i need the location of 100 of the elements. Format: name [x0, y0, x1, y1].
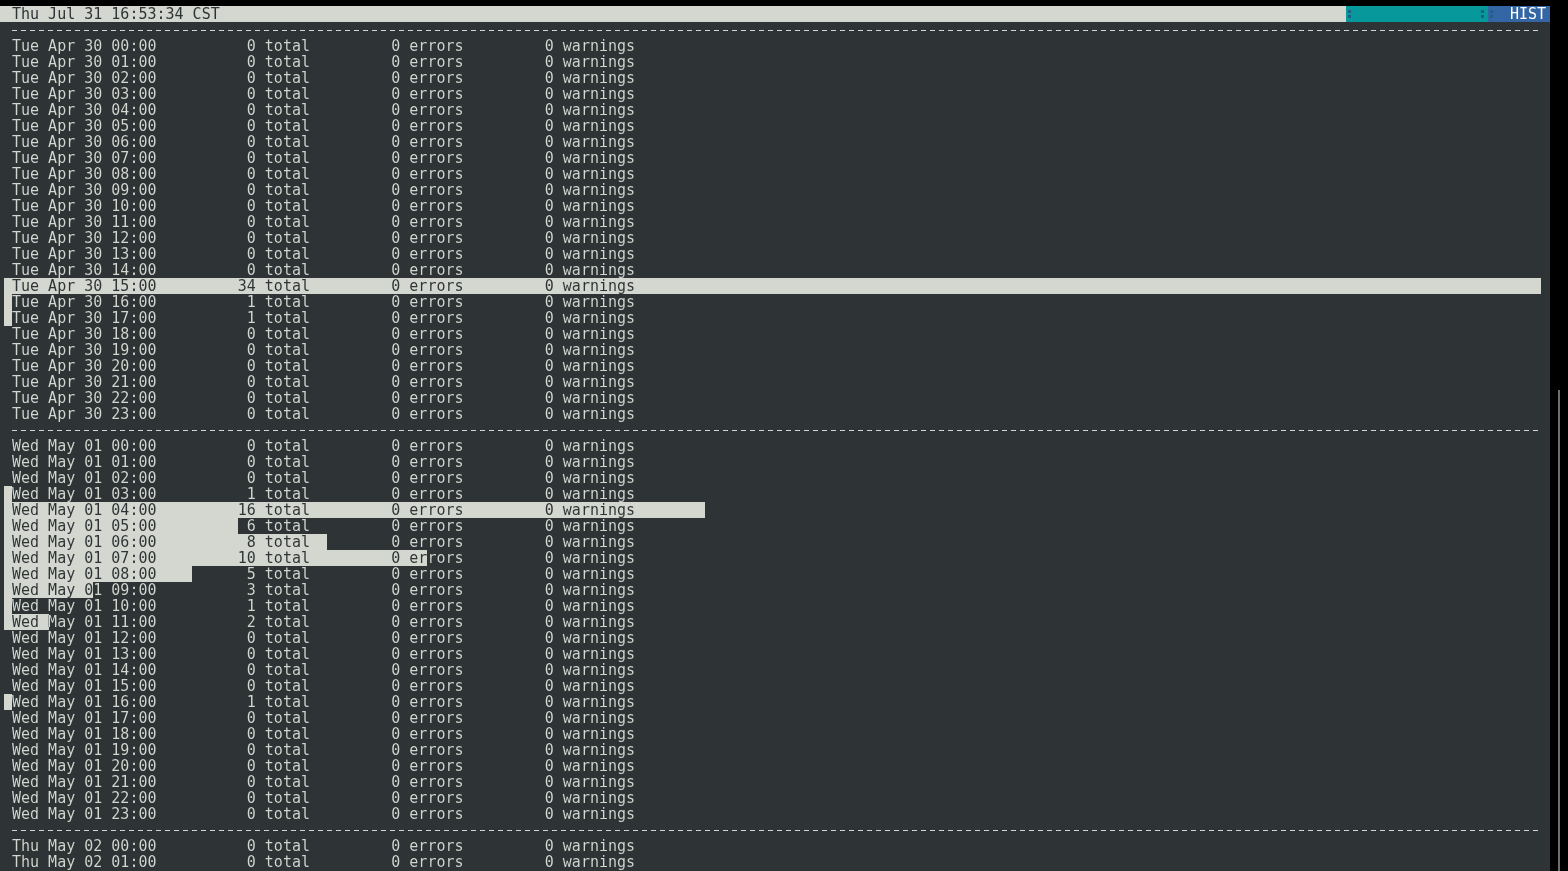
- time-label: Tue Apr 30 18:00: [12, 326, 157, 342]
- total-count: 1 total: [245, 310, 310, 326]
- total-count: 0 total: [245, 806, 310, 822]
- warning-count: 0 warnings: [543, 806, 636, 822]
- warning-count: 0 warnings: [543, 582, 636, 598]
- total-count: 0 total: [245, 374, 310, 390]
- error-count: 0 errors: [390, 694, 464, 710]
- total-count: 5 total: [245, 566, 310, 582]
- time-label: Wed May 01 23:00: [12, 806, 157, 822]
- total-count: 8 total: [245, 534, 310, 550]
- warning-count: 0 warnings: [543, 102, 636, 118]
- error-count: 0 errors: [390, 166, 464, 182]
- total-count: 0 total: [245, 182, 310, 198]
- time-label: Wed May 01 03:00: [12, 486, 157, 502]
- time-label: Tue Apr 30 22:00: [12, 390, 157, 406]
- time-label: Tue Apr 30 09:00: [12, 182, 157, 198]
- total-count: 0 total: [245, 54, 310, 70]
- total-count: 0 total: [245, 710, 310, 726]
- warning-count: 0 warnings: [543, 342, 636, 358]
- warning-count: 0 warnings: [543, 758, 636, 774]
- warning-count: 0 warnings: [543, 694, 636, 710]
- time-label: Wed May 01 21:00: [12, 774, 157, 790]
- clock-text: Thu Jul 31 16:53:34 CST: [11, 6, 221, 22]
- time-label: Tue Apr 30 23:00: [12, 406, 157, 422]
- warning-count: 0 warnings: [543, 198, 636, 214]
- total-count: 0 total: [245, 214, 310, 230]
- warning-count: 0 warnings: [543, 470, 636, 486]
- error-count: 0 errors: [390, 518, 464, 534]
- error-count: 0 errors: [390, 278, 464, 294]
- separator-icon: [1348, 10, 1351, 18]
- total-count: 0 total: [245, 70, 310, 86]
- error-count: 0 errors: [390, 534, 464, 550]
- total-count: 0 total: [245, 790, 310, 806]
- separator-icon: [1481, 10, 1484, 18]
- error-count: 0 errors: [390, 582, 464, 598]
- time-label: Wed May 01 16:00: [12, 694, 157, 710]
- time-label: Wed May 01 07:00: [12, 550, 157, 566]
- total-count: 0 total: [245, 86, 310, 102]
- time-label: Tue Apr 30 02:00: [12, 70, 157, 86]
- warning-count: 0 warnings: [543, 774, 636, 790]
- error-count: 0 errors: [390, 854, 464, 870]
- total-count: 1 total: [245, 294, 310, 310]
- warning-count: 0 warnings: [543, 502, 636, 518]
- error-count: 0 errors: [390, 630, 464, 646]
- error-count: 0 errors: [390, 70, 464, 86]
- time-label: Wed May 01 14:00: [12, 662, 157, 678]
- warning-count: 0 warnings: [543, 438, 636, 454]
- total-count: 16 total: [236, 502, 310, 518]
- error-count: 0 errors: [390, 438, 464, 454]
- warning-count: 0 warnings: [543, 838, 636, 854]
- warning-count: 0 warnings: [543, 310, 636, 326]
- total-count: 0 total: [245, 630, 310, 646]
- time-label: Wed May 01 17:00: [12, 710, 157, 726]
- warning-count: 0 warnings: [543, 246, 636, 262]
- warning-count: 0 warnings: [543, 70, 636, 86]
- total-count: 0 total: [245, 742, 310, 758]
- warning-count: 0 warnings: [543, 726, 636, 742]
- total-count: 10 total: [236, 550, 310, 566]
- total-count: 0 total: [245, 646, 310, 662]
- total-count: 0 total: [245, 262, 310, 278]
- warning-count: 0 warnings: [543, 710, 636, 726]
- error-count: 0 errors: [390, 406, 464, 422]
- error-count: 0 errors: [390, 38, 464, 54]
- warning-count: 0 warnings: [543, 54, 636, 70]
- total-count: 0 total: [245, 758, 310, 774]
- time-label: Tue Apr 30 13:00: [12, 246, 157, 262]
- error-count: 0 errors: [390, 86, 464, 102]
- error-count: 0 errors: [390, 358, 464, 374]
- time-label: Tue Apr 30 06:00: [12, 134, 157, 150]
- total-count: 0 total: [245, 678, 310, 694]
- error-count: 0 errors: [390, 198, 464, 214]
- warning-count: 0 warnings: [543, 326, 636, 342]
- scrollbar-thumb[interactable]: [1558, 390, 1560, 871]
- error-count: 0 errors: [390, 294, 464, 310]
- error-count: 0 errors: [390, 470, 464, 486]
- total-count: 6 total: [245, 518, 310, 534]
- total-count: 1 total: [245, 598, 310, 614]
- warning-count: 0 warnings: [543, 150, 636, 166]
- time-label: Tue Apr 30 03:00: [12, 86, 157, 102]
- time-label: Wed May 01 08:00: [12, 566, 157, 582]
- total-count: 0 total: [245, 358, 310, 374]
- total-count: 0 total: [245, 470, 310, 486]
- time-label: Wed May 01 19:00: [12, 742, 157, 758]
- error-count: 0 errors: [390, 790, 464, 806]
- error-count: 0 errors: [390, 710, 464, 726]
- warning-count: 0 warnings: [543, 374, 636, 390]
- total-count: 3 total: [245, 582, 310, 598]
- time-label: Tue Apr 30 12:00: [12, 230, 157, 246]
- time-label: Wed May 01 00:00: [12, 438, 157, 454]
- time-label: Tue Apr 30 04:00: [12, 102, 157, 118]
- time-label: Thu May 02 00:00: [12, 838, 157, 854]
- warning-count: 0 warnings: [543, 86, 636, 102]
- time-label: Wed May 01 12:00: [12, 630, 157, 646]
- time-label: Wed May 01 02:00: [12, 470, 157, 486]
- total-count: 0 total: [245, 230, 310, 246]
- error-count: 0 errors: [390, 678, 464, 694]
- warning-count: 0 warnings: [543, 406, 636, 422]
- total-count: 0 total: [245, 150, 310, 166]
- time-label: Wed May 01 13:00: [12, 646, 157, 662]
- time-label: Tue Apr 30 10:00: [12, 198, 157, 214]
